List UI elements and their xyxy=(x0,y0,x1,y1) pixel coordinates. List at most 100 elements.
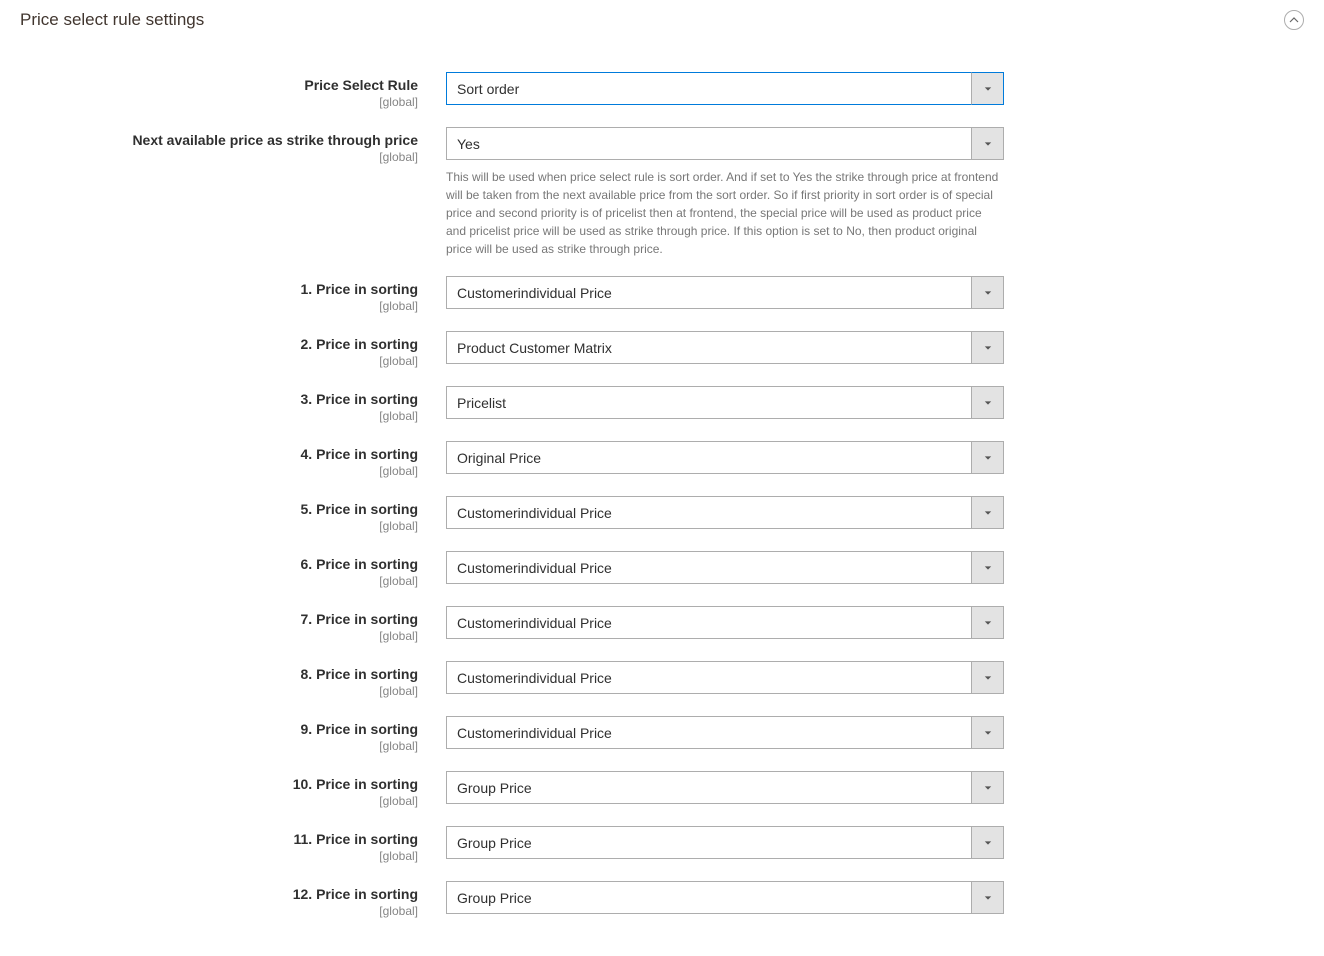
field-label-col: 1. Price in sorting[global] xyxy=(20,276,446,313)
field-label-col: 8. Price in sorting [global] xyxy=(20,661,446,698)
field-label-col: 2. Price in sorting [global] xyxy=(20,331,446,368)
field-price-sorting-3: 3. Price in sorting [global] Pricelist xyxy=(20,386,1304,423)
field-price-sorting-12: 12. Price in sorting [global] Group Price xyxy=(20,881,1304,918)
scope-label: [global] xyxy=(20,95,418,109)
field-label-col: 4. Price in sorting [global] xyxy=(20,441,446,478)
scope-label: [global] xyxy=(20,519,418,533)
field-control-col: Customerindividual Price xyxy=(446,276,1004,313)
field-control-col: Yes This will be used when price select … xyxy=(446,127,1004,258)
field-label: 3. Price in sorting xyxy=(301,391,418,407)
chevron-up-icon xyxy=(1289,15,1299,25)
field-label: Next available price as strike through p… xyxy=(132,132,418,148)
field-control-col: Group Price xyxy=(446,771,1004,808)
field-price-sorting-9: 9. Price in sorting [global] Customerindiv… xyxy=(20,716,1304,753)
price-sorting-1-select[interactable]: Customerindividual Price xyxy=(446,276,1004,309)
field-label: 11. Price in sorting xyxy=(294,831,419,847)
strike-through-select[interactable]: Yes xyxy=(446,127,1004,160)
select-value: Customerindividual Price xyxy=(446,606,1004,639)
field-label-col: 5. Price in sorting [global] xyxy=(20,496,446,533)
settings-section: Price select rule settings Price Select … xyxy=(0,0,1324,956)
scope-label: [global] xyxy=(20,849,418,863)
field-label-col: 11. Price in sorting [global] xyxy=(20,826,446,863)
price-sorting-7-select[interactable]: Customerindividual Price xyxy=(446,606,1004,639)
select-value: Group Price xyxy=(446,826,1004,859)
field-price-sorting-2: 2. Price in sorting [global] Product Custo… xyxy=(20,331,1304,368)
price-sorting-8-select[interactable]: Customerindividual Price xyxy=(446,661,1004,694)
price-sorting-2-select[interactable]: Product Customer Matrix xyxy=(446,331,1004,364)
price-sorting-11-select[interactable]: Group Price xyxy=(446,826,1004,859)
help-text: This will be used when price select rule… xyxy=(446,168,1004,258)
price-sorting-3-select[interactable]: Pricelist xyxy=(446,386,1004,419)
field-label-col: 6. Price in sorting [global] xyxy=(20,551,446,588)
scope-label: [global] xyxy=(20,739,418,753)
select-value: Product Customer Matrix xyxy=(446,331,1004,364)
field-control-col: Group Price xyxy=(446,881,1004,918)
scope-label: [global] xyxy=(20,794,418,808)
field-control-col: Pricelist xyxy=(446,386,1004,423)
scope-label: [global] xyxy=(20,574,418,588)
price-sorting-4-select[interactable]: Original Price xyxy=(446,441,1004,474)
field-label: 5. Price in sorting xyxy=(301,501,418,517)
field-control-col: Customerindividual Price xyxy=(446,661,1004,698)
field-price-sorting-11: 11. Price in sorting [global] Group Price xyxy=(20,826,1304,863)
select-value: Pricelist xyxy=(446,386,1004,419)
scope-label: [global] xyxy=(20,409,418,423)
select-value: Sort order xyxy=(446,72,1004,105)
collapse-toggle-button[interactable] xyxy=(1284,10,1304,30)
select-value: Yes xyxy=(446,127,1004,160)
field-control-col: Sort order xyxy=(446,72,1004,109)
select-value: Customerindividual Price xyxy=(446,716,1004,749)
sorting-rows-container: 1. Price in sorting[global]Customerindiv… xyxy=(20,276,1304,918)
select-value: Group Price xyxy=(446,881,1004,914)
price-sorting-12-select[interactable]: Group Price xyxy=(446,881,1004,914)
field-label: Price Select Rule xyxy=(304,77,418,93)
field-price-sorting-10: 10. Price in sorting [global] Group Price xyxy=(20,771,1304,808)
section-title: Price select rule settings xyxy=(20,10,204,30)
field-label: 2. Price in sorting xyxy=(301,336,418,352)
field-label: 4. Price in sorting xyxy=(301,446,418,462)
field-label: 6. Price in sorting xyxy=(301,556,418,572)
field-label-col: Price Select Rule [global] xyxy=(20,72,446,109)
field-control-col: Customerindividual Price xyxy=(446,496,1004,533)
price-select-rule-select[interactable]: Sort order xyxy=(446,72,1004,105)
select-value: Customerindividual Price xyxy=(446,496,1004,529)
field-label: 9. Price in sorting xyxy=(301,721,418,737)
field-label: 7. Price in sorting xyxy=(301,611,418,627)
scope-label: [global] xyxy=(20,904,418,918)
field-control-col: Customerindividual Price xyxy=(446,551,1004,588)
field-control-col: Product Customer Matrix xyxy=(446,331,1004,368)
field-label: 12. Price in sorting xyxy=(293,886,418,902)
select-value: Customerindividual Price xyxy=(446,276,1004,309)
field-price-sorting-7: 7. Price in sorting [global] Customerindiv… xyxy=(20,606,1304,643)
section-header: Price select rule settings xyxy=(20,10,1304,42)
scope-label: [global] xyxy=(20,464,418,478)
price-sorting-6-select[interactable]: Customerindividual Price xyxy=(446,551,1004,584)
field-control-col: Group Price xyxy=(446,826,1004,863)
field-label: 8. Price in sorting xyxy=(301,666,418,682)
field-label-col: Next available price as strike through p… xyxy=(20,127,446,258)
scope-label: [global] xyxy=(20,684,418,698)
price-sorting-10-select[interactable]: Group Price xyxy=(446,771,1004,804)
select-value: Original Price xyxy=(446,441,1004,474)
field-label-col: 10. Price in sorting [global] xyxy=(20,771,446,808)
field-label-col: 12. Price in sorting [global] xyxy=(20,881,446,918)
select-value: Customerindividual Price xyxy=(446,661,1004,694)
scope-label: [global] xyxy=(20,299,418,313)
field-label-col: 3. Price in sorting [global] xyxy=(20,386,446,423)
price-sorting-9-select[interactable]: Customerindividual Price xyxy=(446,716,1004,749)
field-label-col: 7. Price in sorting [global] xyxy=(20,606,446,643)
select-value: Customerindividual Price xyxy=(446,551,1004,584)
field-price-sorting-8: 8. Price in sorting [global] Customerindiv… xyxy=(20,661,1304,698)
field-control-col: Customerindividual Price xyxy=(446,716,1004,753)
field-strike-through: Next available price as strike through p… xyxy=(20,127,1304,258)
field-price-select-rule: Price Select Rule [global] Sort order xyxy=(20,72,1304,109)
field-price-sorting-1: 1. Price in sorting[global]Customerindiv… xyxy=(20,276,1304,313)
field-price-sorting-6: 6. Price in sorting [global] Customerindiv… xyxy=(20,551,1304,588)
field-price-sorting-4: 4. Price in sorting [global] Original Pric… xyxy=(20,441,1304,478)
scope-label: [global] xyxy=(20,629,418,643)
field-control-col: Customerindividual Price xyxy=(446,606,1004,643)
field-label: 10. Price in sorting xyxy=(293,776,418,792)
price-sorting-5-select[interactable]: Customerindividual Price xyxy=(446,496,1004,529)
scope-label: [global] xyxy=(20,354,418,368)
select-value: Group Price xyxy=(446,771,1004,804)
